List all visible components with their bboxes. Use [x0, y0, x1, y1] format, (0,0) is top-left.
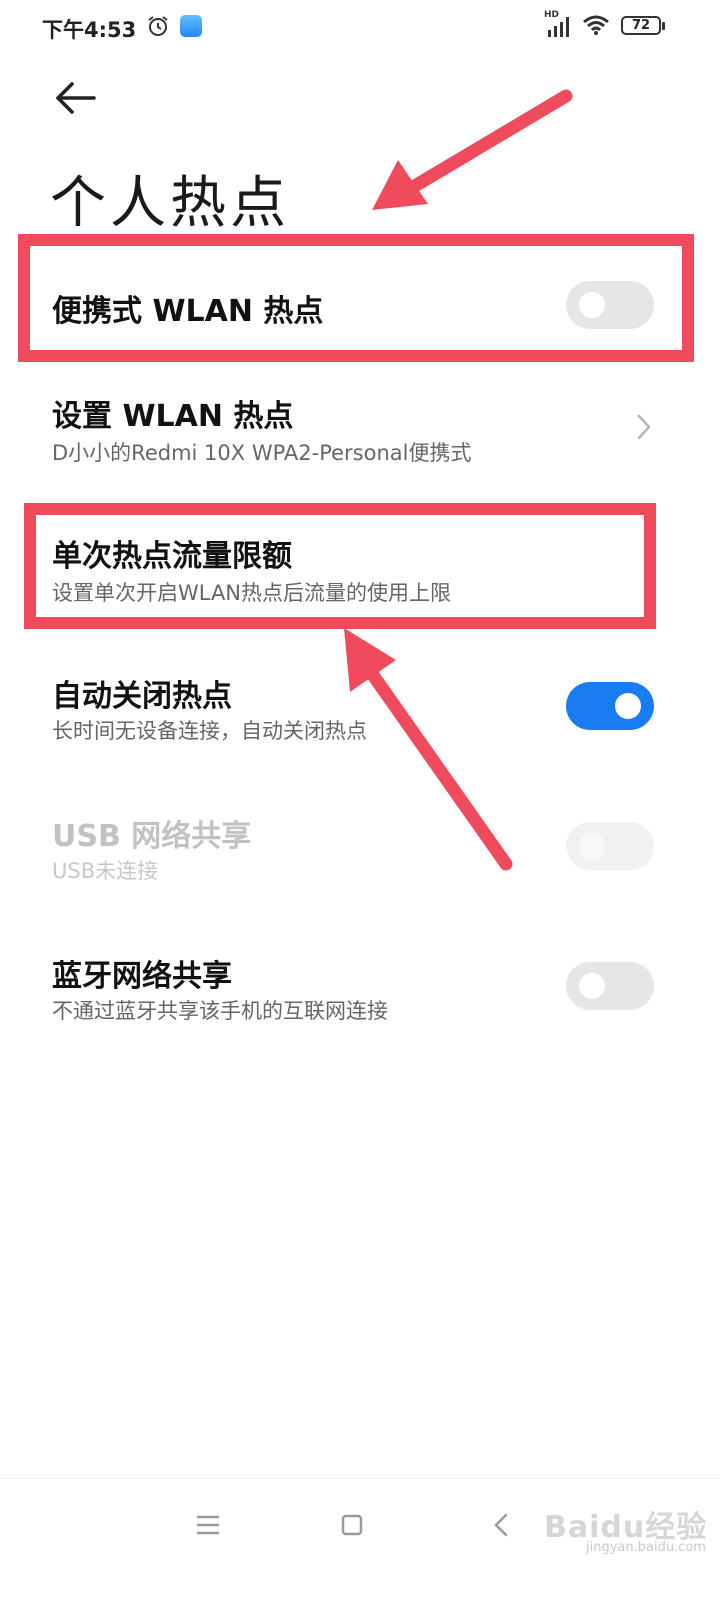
back-arrow-icon[interactable] — [52, 78, 98, 118]
home-icon[interactable] — [332, 1505, 372, 1545]
setting-row-auto-off[interactable]: 自动关闭热点 长时间无设备连接，自动关闭热点 — [0, 655, 720, 765]
watermark-url: jingyan.baidu.com — [586, 1540, 706, 1555]
battery-icon: 72 — [621, 16, 661, 35]
usb-tethering-toggle — [566, 822, 654, 870]
bluetooth-tethering-toggle[interactable] — [566, 962, 654, 1010]
toggle-knob — [579, 973, 605, 999]
back-icon[interactable] — [482, 1505, 522, 1545]
menu-icon[interactable] — [188, 1505, 228, 1545]
setting-subtitle: 不通过蓝牙共享该手机的互联网连接 — [52, 999, 388, 1023]
highlight-box-data-limit — [24, 503, 656, 629]
setting-row-bluetooth-tethering[interactable]: 蓝牙网络共享 不通过蓝牙共享该手机的互联网连接 — [0, 935, 720, 1045]
battery-level: 72 — [631, 18, 651, 33]
nav-divider — [0, 1478, 720, 1479]
setting-subtitle: 长时间无设备连接，自动关闭热点 — [52, 719, 367, 743]
auto-off-toggle[interactable] — [566, 682, 654, 730]
setting-title: 设置 WLAN 热点 — [52, 399, 294, 434]
wifi-icon — [583, 15, 609, 35]
setting-title: 蓝牙网络共享 — [52, 959, 232, 994]
highlight-box-portable-hotspot — [18, 234, 694, 362]
app-notification-icon — [180, 15, 202, 37]
page-title: 个人热点 — [50, 171, 290, 236]
status-time: 下午4:53 — [42, 18, 137, 42]
toggle-knob — [579, 833, 605, 859]
setting-subtitle: USB未连接 — [52, 859, 159, 883]
setting-subtitle: D小小的Redmi 10X WPA2-Personal便携式 — [52, 441, 472, 465]
chevron-right-icon — [637, 414, 651, 440]
signal-icon — [548, 17, 569, 37]
setting-row-usb-tethering: USB 网络共享 USB未连接 — [0, 795, 720, 905]
battery-tip — [662, 22, 665, 30]
setting-title: USB 网络共享 — [52, 819, 252, 854]
alarm-icon — [148, 16, 168, 36]
setting-title: 自动关闭热点 — [52, 679, 232, 714]
setting-row-configure-hotspot[interactable]: 设置 WLAN 热点 D小小的Redmi 10X WPA2-Personal便携… — [0, 375, 720, 485]
toggle-knob — [615, 693, 641, 719]
arrow-to-portable-hotspot — [372, 89, 573, 210]
